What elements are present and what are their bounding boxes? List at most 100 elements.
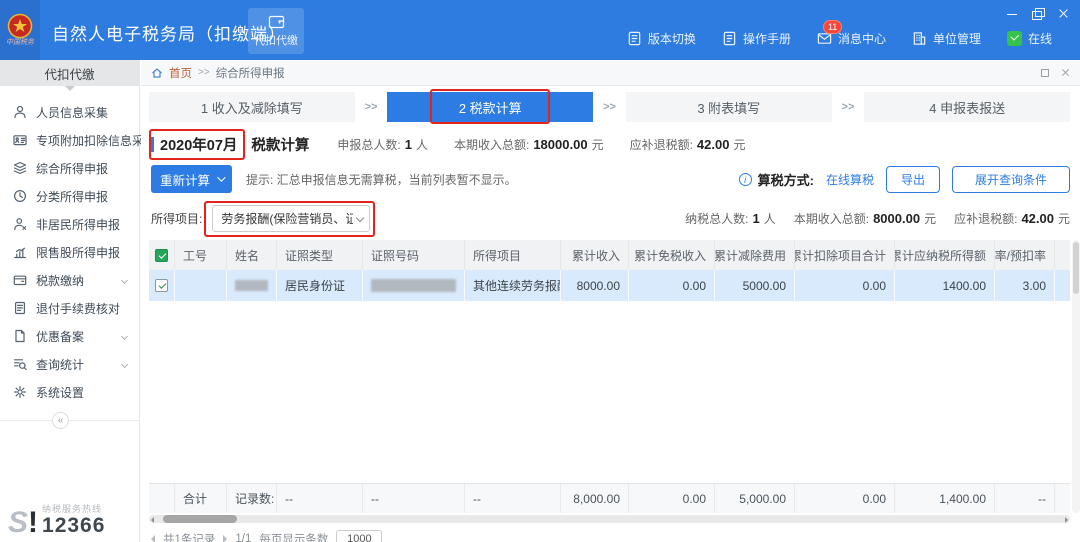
window-minimize-button[interactable] [1006, 8, 1018, 19]
sidebar-item-query-statistics[interactable]: 查询统计 [0, 350, 139, 378]
cell-cumulative-income: 8000.00 [561, 270, 629, 301]
table-row[interactable]: 居民身份证 其他连续劳务报酬 8000.00 0.00 5000.00 0.00… [149, 270, 1070, 301]
sidebar-collapse-button[interactable]: « [52, 412, 69, 429]
income-item-label: 所得项目: [151, 211, 203, 226]
sidebar-item-restricted-shares[interactable]: 限售股所得申报 [0, 238, 139, 266]
page-indicator: 1/1 [235, 533, 252, 542]
window-close-button[interactable] [1058, 8, 1070, 19]
action-row: 重新计算 提示: 汇总申报信息无需算税，当前列表暂不显示。 算税方式: 在线算税… [151, 164, 1070, 194]
window-restore-button[interactable] [1032, 8, 1045, 20]
sidebar-item-comprehensive-income[interactable]: 综合所得申报 [0, 154, 139, 182]
horizontal-scrollbar-thumb[interactable] [163, 515, 237, 523]
cell-name [227, 270, 277, 301]
wallet-icon [13, 275, 27, 286]
logo-text: 中国税务 [6, 39, 34, 46]
sidebar-item-special-deduction[interactable]: 专项附加扣除信息采集 [0, 126, 156, 154]
cell-employee-no [175, 270, 227, 301]
breadcrumb-separator: >> [198, 67, 210, 78]
chevron-down-icon [356, 213, 365, 222]
sidebar-item-tax-payment[interactable]: 税款缴纳 [0, 266, 139, 294]
app-logo: 中国税务 [0, 0, 40, 60]
titlebar: 中国税务 自然人电子税务局（扣缴端） 代扣代缴 版本切换 操作手册 11 消息中… [0, 0, 1080, 60]
prev-page-arrow-icon[interactable] [151, 535, 155, 542]
online-status[interactable]: 在线 [1006, 30, 1052, 47]
breadcrumb-home[interactable]: 首页 [169, 65, 192, 81]
message-center-link[interactable]: 11 消息中心 [817, 20, 886, 47]
stat-declared-persons: 申报总人数: 1 人 [337, 137, 428, 152]
expand-query-button[interactable]: 展开查询条件 [951, 165, 1070, 193]
sidebar-item-personnel-info[interactable]: 人员信息采集 [0, 98, 139, 126]
calc-mode-label: 算税方式: [757, 172, 814, 188]
horizontal-scrollbar[interactable] [149, 515, 1070, 523]
step-tab-4-submit[interactable]: 4 申报表报送 [864, 92, 1071, 122]
clock-icon [13, 189, 27, 203]
step-tab-2-tax-calculation[interactable]: 2 税款计算 [387, 89, 594, 124]
cell-deduction-fee: 5000.00 [715, 270, 795, 301]
person-icon [14, 105, 26, 119]
sidebar-item-refund-fee-check[interactable]: 退付手续费核对 [0, 294, 139, 322]
export-button[interactable]: 导出 [885, 165, 940, 193]
scroll-right-arrow-icon[interactable] [1065, 516, 1068, 523]
building-icon [913, 32, 926, 45]
hotline-logo: S! 纳税服务热线 12366 [8, 502, 106, 538]
wallet-icon [268, 15, 284, 29]
filter-row: 所得项目: 劳务报酬(保险营销员、证券 纳税总人数:1人 本期收入总额:8000… [151, 200, 1070, 237]
hotline-number: 12366 [42, 514, 106, 537]
breadcrumb-current: 综合所得申报 [215, 67, 285, 80]
col-taxable-income: 累计应纳税所得额 [895, 240, 995, 270]
cell-id-type: 居民身份证 [277, 270, 363, 301]
scroll-left-arrow-icon[interactable] [151, 516, 154, 523]
sidebar-item-preferential-filing[interactable]: 优惠备案 [0, 322, 139, 350]
footer-deduction-total: 0.00 [795, 484, 895, 513]
step-separator: >> [841, 101, 855, 113]
sidebar-item-system-settings[interactable]: 系统设置 [0, 378, 139, 406]
step-tab-3-schedules[interactable]: 3 附表填写 [625, 92, 832, 122]
redacted-id-number [371, 279, 456, 292]
gear-icon [14, 386, 26, 398]
select-all-checkbox[interactable] [155, 248, 168, 262]
per-page-label: 每页显示条数 [259, 534, 329, 542]
document-icon [628, 31, 641, 46]
table-footer-row: 合计 记录数: 1 -- -- -- 8,000.00 0.00 5,000.0… [149, 483, 1070, 513]
sidebar-item-classified-income[interactable]: 分类所得申报 [0, 182, 139, 210]
cell-tax-rate: 3.00 [995, 270, 1055, 301]
module-tab-withholding[interactable]: 代扣代缴 [248, 8, 304, 54]
version-switch-link[interactable]: 版本切换 [627, 30, 696, 47]
manual-link[interactable]: 操作手册 [722, 30, 791, 47]
person-alt-icon [14, 218, 27, 231]
cell-id-number [363, 270, 465, 301]
next-page-arrow-icon[interactable] [223, 535, 228, 542]
panel-close-icon[interactable] [1061, 68, 1070, 77]
footer-taxable-income: 1,400.00 [895, 484, 995, 513]
col-cumulative-income: 累计收入 [561, 240, 629, 270]
vertical-scrollbar[interactable] [1072, 240, 1080, 513]
income-item-select[interactable]: 劳务报酬(保险营销员、证券 [204, 200, 376, 237]
stat-period-income-total: 本期收入总额: 18000.00 元 [453, 137, 604, 152]
chevron-down-icon [120, 276, 129, 284]
step-tab-1-income[interactable]: 1 收入及减除填写 [149, 92, 355, 122]
chevron-down-icon [120, 332, 129, 340]
layers-icon [13, 161, 27, 175]
panel-dock-icon[interactable] [1041, 68, 1049, 77]
message-count-badge: 11 [822, 20, 843, 34]
sidebar-item-nonresident-income[interactable]: 非居民所得申报 [0, 210, 139, 238]
cell-taxable-income: 1400.00 [895, 270, 995, 301]
footer-total-label: 合计 [175, 484, 227, 513]
per-page-input[interactable] [336, 529, 383, 542]
home-icon [152, 67, 162, 78]
stat-filtered-tax-due: 应补退税额: 42.00 元 [954, 210, 1070, 226]
table-header-row: 工号 姓名 证照类型 证照号码 所得项目 累计收入 累计免税收入 累计减除费用 … [149, 240, 1070, 270]
file-icon [15, 329, 25, 343]
step-separator: >> [603, 101, 616, 113]
footer-record-count: 记录数: 1 [227, 484, 277, 513]
summary-row: 2020年07月 税款计算 申报总人数: 1 人 本期收入总额: 18000.00 元 … [149, 129, 1070, 160]
footer-income: 8,000.00 [561, 484, 629, 513]
module-tab-label: 代扣代缴 [254, 35, 298, 47]
calc-mode-value-link[interactable]: 在线算税 [826, 171, 874, 188]
cell-tax-free-income: 0.00 [629, 270, 715, 301]
unit-management-link[interactable]: 单位管理 [912, 30, 981, 47]
col-deduction-total: 累计扣除项目合计 [795, 240, 895, 270]
vertical-scrollbar-thumb[interactable] [1073, 242, 1079, 294]
recalculate-button[interactable]: 重新计算 [151, 165, 233, 193]
row-checkbox[interactable] [155, 279, 168, 292]
